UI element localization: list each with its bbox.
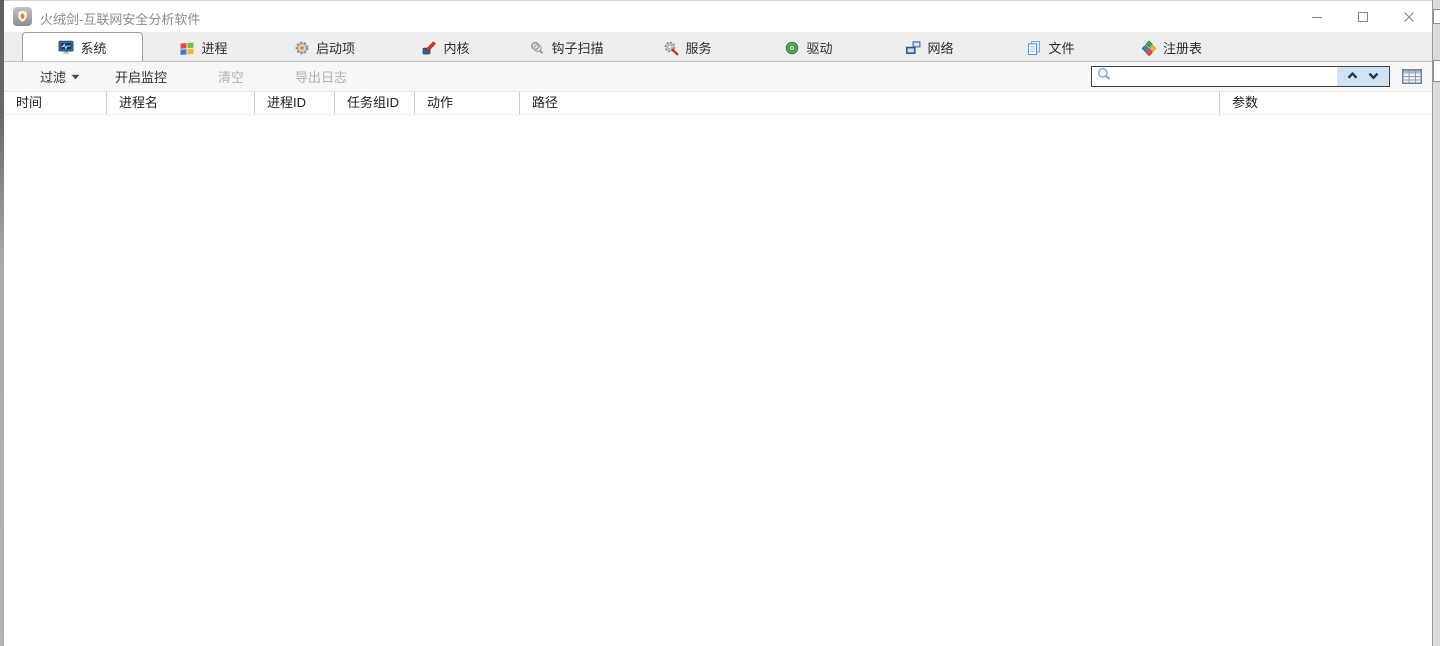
column-label: 参数	[1232, 95, 1258, 110]
window-controls	[1294, 1, 1432, 32]
column-header-task-group-id[interactable]: 任务组ID	[335, 92, 415, 114]
filter-button[interactable]: 过滤	[40, 62, 80, 91]
column-label: 路径	[532, 95, 558, 110]
windows-logo-icon	[179, 40, 195, 56]
column-header-params[interactable]: 参数	[1220, 92, 1432, 114]
column-label: 进程名	[119, 95, 158, 110]
column-header-process-id[interactable]: 进程ID	[255, 92, 335, 114]
grid-icon	[1402, 69, 1422, 84]
tab-label: 启动项	[316, 38, 355, 57]
background-window-fragment	[1433, 9, 1440, 24]
chevron-down-icon	[71, 74, 80, 80]
search-icon	[1096, 66, 1112, 87]
export-log-label: 导出日志	[295, 67, 347, 86]
start-monitoring-button[interactable]: 开启监控	[115, 62, 167, 91]
start-monitoring-label: 开启监控	[115, 67, 167, 86]
title-bar: 火绒剑-互联网安全分析软件	[4, 1, 1432, 32]
tab-files[interactable]: 文件	[990, 34, 1111, 61]
column-label: 进程ID	[267, 95, 306, 110]
hook-scan-icon	[529, 40, 545, 56]
table-body[interactable]	[4, 115, 1432, 646]
tab-label: 驱动	[806, 38, 832, 57]
tab-label: 系统	[80, 38, 106, 57]
search-box	[1091, 66, 1390, 87]
tab-label: 钩子扫描	[551, 38, 603, 57]
window-title: 火绒剑-互联网安全分析软件	[40, 9, 200, 28]
export-log-button: 导出日志	[295, 62, 347, 91]
tab-strip: 系统 进程 启动项	[4, 32, 1432, 62]
search-prev-button[interactable]	[1346, 68, 1359, 86]
column-label: 任务组ID	[347, 95, 399, 110]
background-window-fragment	[1433, 60, 1440, 82]
tab-label: 注册表	[1163, 38, 1202, 57]
column-header-action[interactable]: 动作	[415, 92, 520, 114]
column-header-process-name[interactable]: 进程名	[107, 92, 255, 114]
file-icon	[1026, 40, 1042, 56]
registry-icon	[1141, 40, 1157, 56]
driver-icon	[784, 40, 800, 56]
maximize-icon	[1357, 11, 1369, 23]
chevron-up-icon	[1346, 70, 1359, 81]
tab-process[interactable]: 进程	[143, 34, 264, 61]
tab-hook-scan[interactable]: 钩子扫描	[506, 34, 627, 61]
background-window-right-edge	[1432, 0, 1440, 646]
tab-registry[interactable]: 注册表	[1111, 34, 1232, 61]
clear-button: 清空	[218, 62, 244, 91]
tab-label: 服务	[685, 38, 711, 57]
filter-label: 过滤	[40, 67, 66, 86]
search-next-button[interactable]	[1367, 68, 1380, 86]
minimize-icon	[1311, 11, 1323, 23]
chevron-down-icon	[1367, 70, 1380, 81]
tab-driver[interactable]: 驱动	[748, 34, 869, 61]
app-logo-icon	[13, 7, 32, 26]
app-window: 火绒剑-互联网安全分析软件	[4, 0, 1432, 646]
minimize-button[interactable]	[1294, 1, 1340, 32]
table-header-row: 时间 进程名 进程ID 任务组ID 动作 路径 参数	[4, 92, 1432, 115]
close-button[interactable]	[1386, 1, 1432, 32]
service-gear-icon	[663, 40, 679, 56]
system-monitor-icon	[58, 39, 74, 55]
tab-startup[interactable]: 启动项	[264, 34, 385, 61]
tab-network[interactable]: 网络	[869, 34, 990, 61]
tab-label: 网络	[927, 38, 953, 57]
kernel-icon	[421, 40, 437, 56]
maximize-button[interactable]	[1340, 1, 1386, 32]
toolbar: 过滤 开启监控 清空 导出日志	[4, 62, 1432, 92]
column-header-time[interactable]: 时间	[4, 92, 107, 114]
clear-label: 清空	[218, 67, 244, 86]
tab-services[interactable]: 服务	[627, 34, 748, 61]
tab-label: 进程	[201, 38, 227, 57]
search-nav-arrows	[1337, 67, 1389, 86]
column-header-path[interactable]: 路径	[520, 92, 1220, 114]
close-icon	[1403, 11, 1415, 23]
column-label: 动作	[427, 95, 453, 110]
tab-system[interactable]: 系统	[22, 32, 143, 61]
tab-kernel[interactable]: 内核	[385, 34, 506, 61]
column-label: 时间	[16, 95, 42, 110]
tab-label: 文件	[1048, 38, 1074, 57]
search-input[interactable]	[1112, 68, 1337, 85]
network-icon	[905, 40, 921, 56]
tab-label: 内核	[443, 38, 469, 57]
column-settings-button[interactable]	[1399, 67, 1425, 86]
startup-gear-icon	[294, 40, 310, 56]
